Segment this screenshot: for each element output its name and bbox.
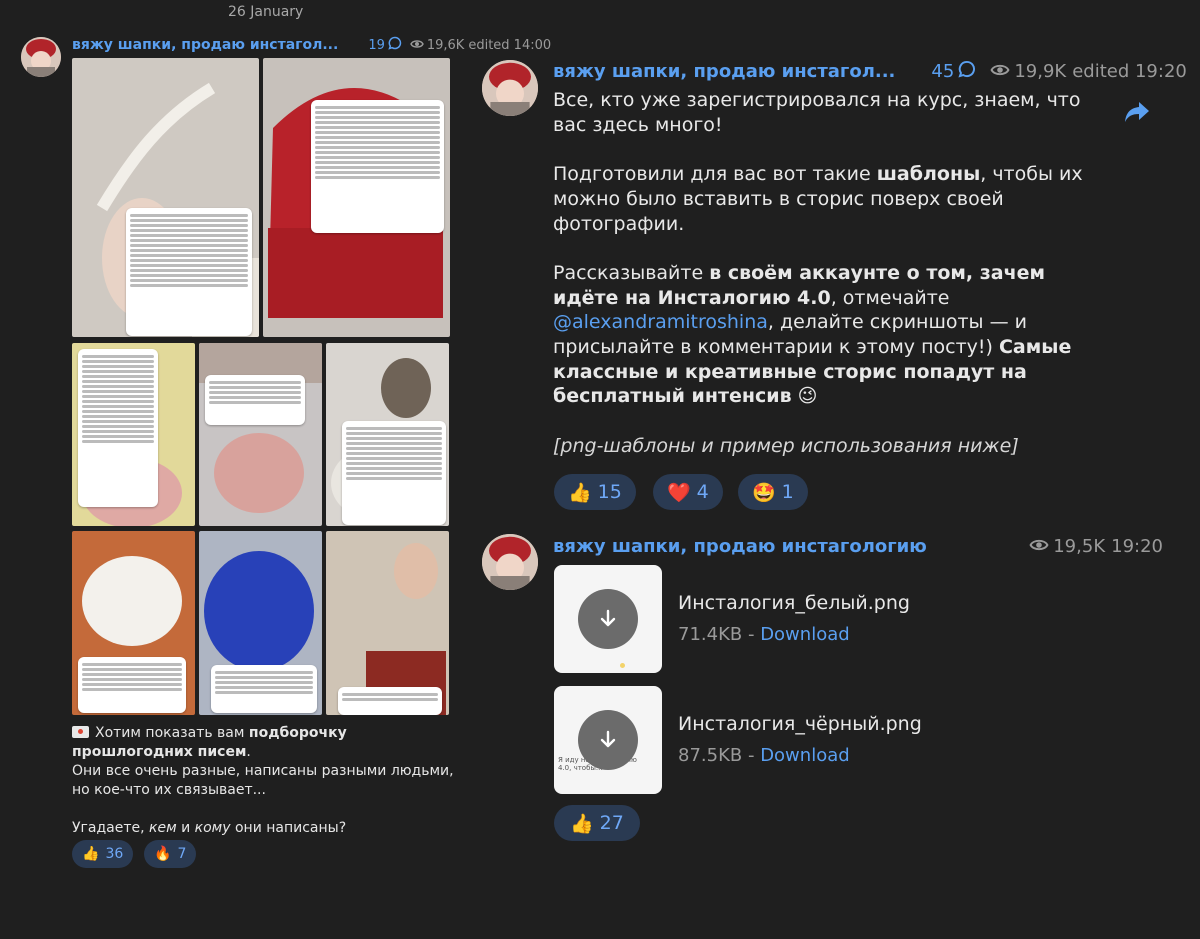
- fire-icon: 🔥: [154, 846, 172, 862]
- file-size: 71.4KB - Download: [678, 624, 850, 645]
- file-thumbnail[interactable]: Я иду на Инсталогию 4.0, чтобы...: [554, 686, 662, 794]
- love-letter-icon: [72, 726, 89, 738]
- views-icon: [1029, 536, 1049, 557]
- reaction-heart[interactable]: ❤️ 4: [653, 474, 723, 510]
- post-paragraph: Рассказывайте в своём аккаунте о том, за…: [553, 261, 1072, 408]
- thumbs-up-icon: 👍: [570, 812, 594, 835]
- post-paragraph: Все, кто уже зарегистрировался на курс, …: [553, 89, 1081, 136]
- download-icon[interactable]: [578, 589, 638, 649]
- thumbs-up-icon: 👍: [82, 846, 100, 862]
- download-link[interactable]: Download: [760, 624, 849, 645]
- wink-emoji-icon: 😉: [791, 385, 818, 408]
- file-post-header: вяжу шапки, продаю инстагологию 19,5K 19…: [553, 536, 1163, 557]
- edited-time: edited 14:00: [468, 37, 552, 53]
- channel-avatar[interactable]: [482, 534, 538, 590]
- message-screenshot: [342, 421, 446, 525]
- photo-5[interactable]: [326, 343, 449, 526]
- photo-4[interactable]: [199, 343, 322, 526]
- sparkle-icon: [620, 663, 625, 668]
- channel-name[interactable]: вяжу шапки, продаю инстагол...: [553, 61, 895, 82]
- comment-icon[interactable]: [388, 36, 402, 54]
- photo-8[interactable]: [326, 531, 449, 715]
- views-icon: [990, 61, 1010, 82]
- left-post-header: вяжу шапки, продаю инстагол... 19 19,6K …: [72, 36, 551, 54]
- message-screenshot: [205, 375, 305, 425]
- download-icon[interactable]: [578, 710, 638, 770]
- mention-link[interactable]: @alexandramitroshina: [553, 311, 768, 333]
- message-screenshot: [311, 100, 444, 233]
- comments-count[interactable]: 19: [368, 38, 385, 53]
- date-separator: 26 January: [228, 4, 304, 20]
- download-link[interactable]: Download: [760, 745, 849, 766]
- channel-avatar[interactable]: [482, 60, 538, 116]
- post-time: 19:20: [1111, 536, 1163, 557]
- message-screenshot: [211, 665, 317, 713]
- views-icon: [410, 38, 424, 53]
- photo-6[interactable]: [72, 531, 195, 715]
- right-post-header: вяжу шапки, продаю инстагол... 45 19,9K …: [553, 60, 1187, 83]
- edited-time: edited 19:20: [1072, 61, 1187, 82]
- reaction-thumbs-up[interactable]: 👍 36: [72, 840, 134, 868]
- views-count: 19,5K: [1053, 536, 1106, 557]
- reaction-fire[interactable]: 🔥 7: [144, 840, 197, 868]
- reaction-thumbs-up[interactable]: 👍 27: [554, 805, 640, 841]
- reaction-star-struck[interactable]: 🤩 1: [738, 474, 808, 510]
- photo-2[interactable]: [263, 58, 450, 337]
- comments-count[interactable]: 45: [931, 61, 954, 82]
- views-count: 19,9K: [1014, 61, 1067, 82]
- heart-icon: ❤️: [667, 481, 691, 504]
- message-screenshot: [338, 687, 442, 715]
- star-struck-icon: 🤩: [752, 481, 776, 504]
- file-name[interactable]: Инсталогия_белый.png: [678, 592, 910, 614]
- right-post-text: Все, кто уже зарегистрировался на курс, …: [553, 88, 1093, 483]
- message-screenshot: [78, 349, 158, 507]
- message-screenshot: [126, 208, 252, 336]
- post-text-line: Они все очень разные, написаны разными л…: [72, 763, 454, 798]
- left-post-text: Хотим показать вам подборочку прошлогодн…: [72, 724, 462, 838]
- photo-7[interactable]: [199, 531, 322, 715]
- reaction-thumbs-up[interactable]: 👍 15: [554, 474, 636, 510]
- file-size: 87.5KB - Download: [678, 745, 850, 766]
- file-name[interactable]: Инсталогия_чёрный.png: [678, 713, 922, 735]
- share-icon[interactable]: [1124, 100, 1150, 124]
- channel-name[interactable]: вяжу шапки, продаю инстагологию: [553, 536, 927, 557]
- thumbs-up-icon: 👍: [568, 481, 592, 504]
- channel-avatar[interactable]: [21, 37, 61, 77]
- views-count: 19,6K: [426, 37, 465, 53]
- post-paragraph: [png-шаблоны и пример использования ниже…: [553, 434, 1019, 457]
- post-paragraph: Подготовили для вас вот такие шаблоны, ч…: [553, 163, 1083, 235]
- message-screenshot: [78, 657, 186, 713]
- comment-icon[interactable]: [958, 60, 976, 83]
- photo-1[interactable]: [72, 58, 259, 337]
- photo-3[interactable]: [72, 343, 195, 526]
- channel-name[interactable]: вяжу шапки, продаю инстагол...: [72, 37, 338, 53]
- file-thumbnail[interactable]: [554, 565, 662, 673]
